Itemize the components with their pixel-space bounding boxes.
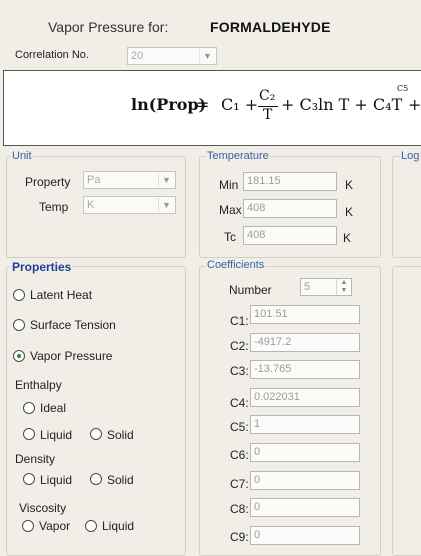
temp-max-unit: K [345, 205, 354, 219]
equation-equals: = [196, 95, 210, 114]
equation-exponent: C5 [397, 84, 409, 93]
radio-enthalpy-ideal[interactable] [23, 402, 35, 414]
property-unit-select[interactable]: Pa ▼ [83, 171, 176, 189]
radio-viscosity-liquid[interactable] [85, 520, 97, 532]
enthalpy-liquid-label: Liquid [40, 428, 73, 442]
coeff-label: C8: [230, 502, 249, 516]
coefficients-group-title: Coefficients [206, 259, 266, 271]
temperature-group-title: Temperature [206, 150, 270, 162]
equation-denominator: T [263, 107, 273, 123]
temp-unit-value: K [87, 199, 95, 211]
radio-viscosity-vapor[interactable] [22, 520, 34, 532]
temp-tc-unit: K [343, 231, 352, 245]
coeff-input[interactable]: 0 [250, 471, 360, 490]
chevron-down-icon: ▼ [199, 49, 215, 63]
property-unit-value: Pa [87, 174, 101, 186]
coeff-input[interactable]: -13.765 [250, 360, 360, 379]
coeff-input[interactable]: 1 [250, 415, 360, 434]
coeff-label: C5: [230, 420, 249, 434]
equation-numerator: C₂ [259, 88, 276, 104]
equation-term-1: C₁ + [221, 95, 259, 114]
chevron-down-icon: ▼ [158, 173, 174, 187]
right-panel-group [392, 266, 421, 556]
coeff-input[interactable]: 0.022031 [250, 388, 360, 407]
radio-density-solid[interactable] [90, 473, 102, 485]
temp-max-input[interactable]: 408 [243, 199, 337, 218]
latent-heat-label: Latent Heat [30, 288, 93, 302]
radio-enthalpy-solid[interactable] [90, 428, 102, 440]
equation-lhs: ln(Prop) [131, 95, 207, 114]
equation-term-4: + [408, 95, 421, 114]
coeff-label: C6: [230, 448, 249, 462]
coeff-label: C3: [230, 364, 249, 378]
temp-min-unit: K [345, 178, 354, 192]
coeff-input[interactable]: 101.51 [250, 305, 360, 324]
log-group [392, 156, 421, 258]
coeff-label: C1: [230, 314, 249, 328]
radio-surface-tension[interactable] [13, 319, 25, 331]
vapor-pressure-label: Vapor Pressure [30, 349, 113, 363]
spinner-arrows-icon: ▲ ▼ [336, 279, 351, 295]
viscosity-label: Viscosity [19, 501, 67, 515]
temp-min-input[interactable]: 181.15 [243, 172, 337, 191]
correlation-value: 20 [131, 50, 144, 62]
temp-tc-input[interactable]: 408 [243, 226, 337, 245]
compound-name: FORMALDEHYDE [210, 19, 331, 35]
coeff-label: C9: [230, 530, 249, 544]
equation-panel: ln(Prop) = C₁ + C₂ T + C₃ln T + C₄T C5 + [3, 70, 421, 146]
unit-group-title: Unit [11, 150, 33, 162]
log-group-title: Log [400, 150, 421, 162]
coeff-number-spinner[interactable]: 5 ▲ ▼ [300, 278, 352, 296]
coeff-number-label: Number [229, 283, 272, 297]
radio-vapor-pressure[interactable] [13, 350, 25, 362]
equation-term-3: + C₃ln T + C₄T [281, 95, 403, 114]
temp-unit-select[interactable]: K ▼ [83, 196, 176, 214]
enthalpy-solid-label: Solid [107, 428, 134, 442]
correlation-select[interactable]: 20 ▼ [127, 47, 217, 65]
radio-enthalpy-liquid[interactable] [23, 428, 35, 440]
density-solid-label: Solid [107, 473, 134, 487]
enthalpy-ideal-label: Ideal [40, 401, 67, 415]
coeff-number-value: 5 [304, 281, 311, 293]
enthalpy-label: Enthalpy [15, 378, 62, 392]
surface-tension-label: Surface Tension [30, 318, 116, 332]
temp-max-label: Max [219, 203, 242, 217]
coeff-input[interactable]: -4917.2 [250, 333, 360, 352]
radio-density-liquid[interactable] [23, 473, 35, 485]
correlation-label: Correlation No. [15, 49, 89, 61]
density-liquid-label: Liquid [40, 473, 73, 487]
radio-latent-heat[interactable] [13, 289, 25, 301]
viscosity-liquid-label: Liquid [102, 519, 135, 533]
coeff-input[interactable]: 0 [250, 443, 360, 462]
temp-tc-label: Tc [224, 230, 236, 244]
coeff-input[interactable]: 0 [250, 498, 360, 517]
viscosity-vapor-label: Vapor [39, 519, 71, 533]
coeff-input[interactable]: 0 [250, 526, 360, 545]
coeff-label: C2: [230, 339, 249, 353]
property-unit-label: Property [25, 175, 71, 189]
title-label: Vapor Pressure for: [48, 19, 169, 35]
density-label: Density [15, 452, 56, 466]
properties-group-title: Properties [11, 260, 73, 274]
coeff-label: C4: [230, 396, 249, 410]
coeff-label: C7: [230, 477, 249, 491]
temp-min-label: Min [219, 178, 239, 192]
temp-unit-label: Temp [39, 200, 69, 214]
chevron-down-icon: ▼ [158, 198, 174, 212]
